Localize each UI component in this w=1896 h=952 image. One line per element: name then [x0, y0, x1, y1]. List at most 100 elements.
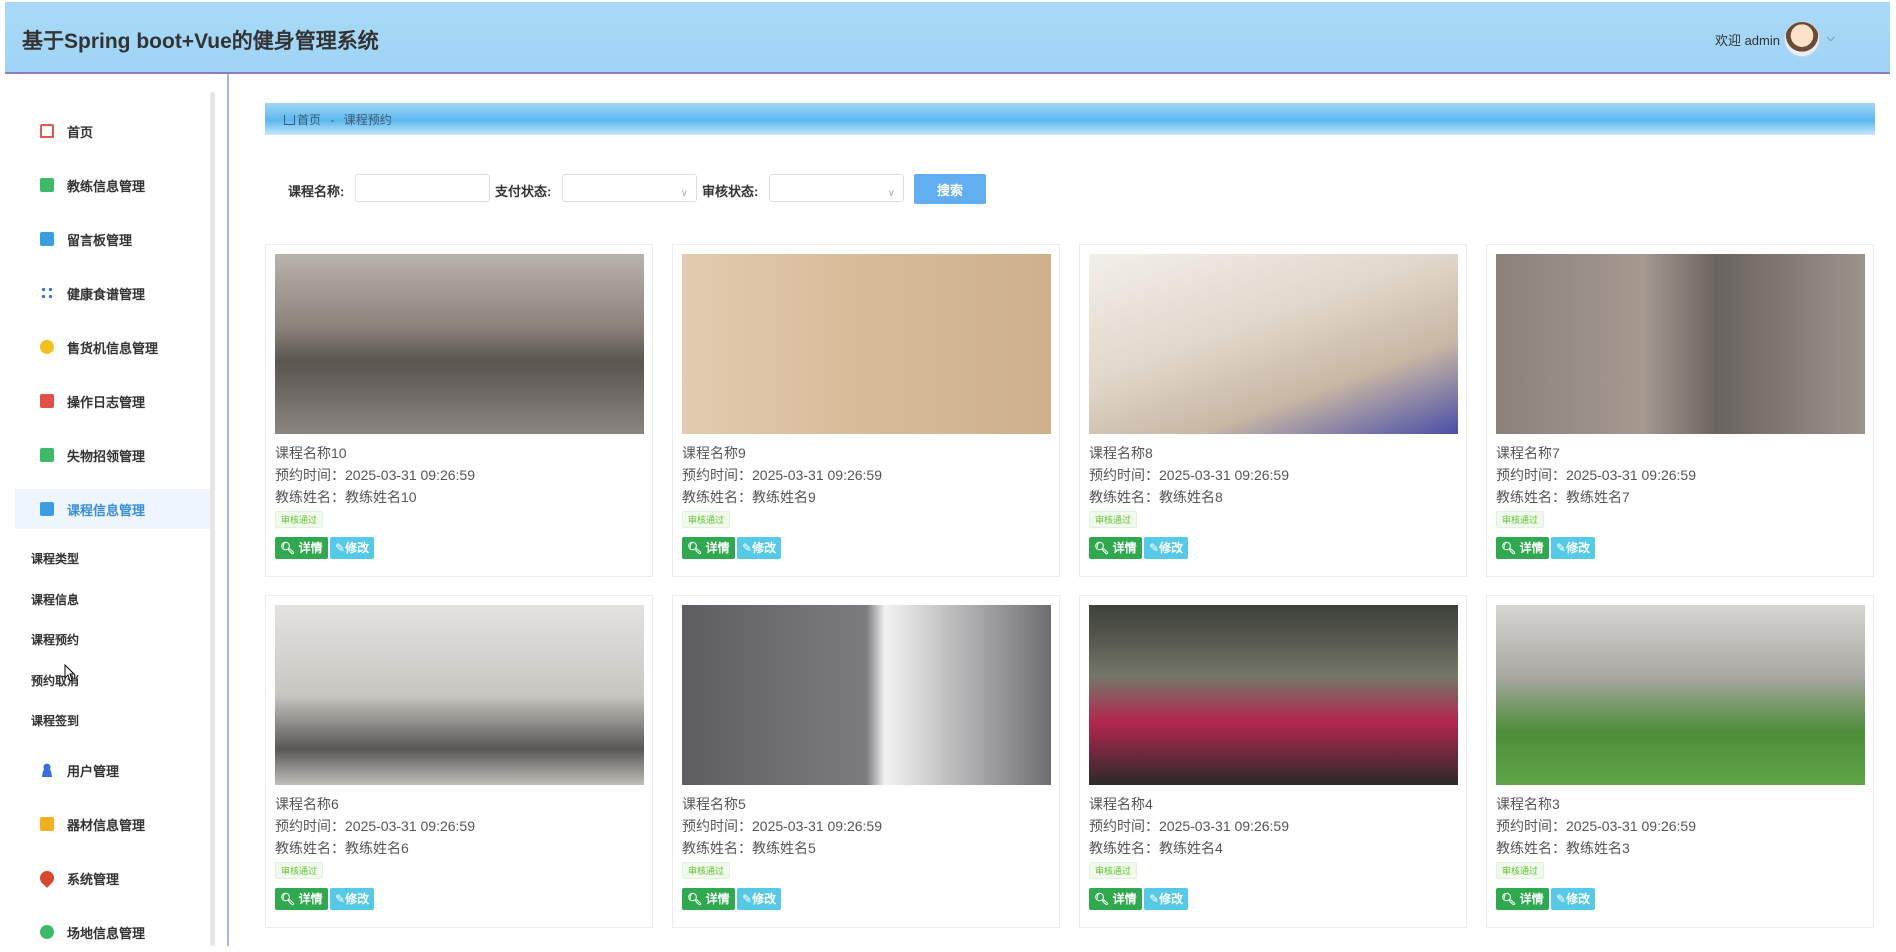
coach-name: 教练姓名：教练姓名7 — [1496, 489, 1630, 505]
detail-button[interactable]: 🔍︎ 详情 — [1496, 537, 1549, 559]
submenu-course-signin[interactable]: 课程签到 — [31, 712, 79, 729]
sidebar-item-equipment[interactable]: 器材信息管理 — [15, 804, 215, 844]
sidebar-item-label: 首页 — [67, 124, 94, 140]
status-badge: 审核通过 — [1496, 511, 1545, 528]
booking-time: 预约时间：2025-03-31 09:26:59 — [275, 818, 475, 834]
coach-name: 教练姓名：教练姓名8 — [1089, 489, 1223, 505]
course-photo[interactable] — [682, 605, 1051, 785]
avatar[interactable] — [1784, 21, 1820, 57]
course-photo[interactable] — [275, 605, 644, 785]
coach-name: 教练姓名：教练姓名5 — [682, 840, 816, 856]
sidebar-item-label: 留言板管理 — [67, 232, 133, 248]
course-photo[interactable] — [1089, 254, 1458, 434]
detail-button[interactable]: 🔍︎ 详情 — [1089, 888, 1142, 910]
edit-button[interactable]: ✎修改 — [1551, 888, 1596, 910]
cluster-icon — [40, 286, 54, 300]
status-badge: 审核通过 — [682, 511, 731, 528]
edit-button[interactable]: ✎修改 — [737, 537, 782, 559]
coach-name: 教练姓名：教练姓名3 — [1496, 840, 1630, 856]
sidebar-item-label: 售货机信息管理 — [67, 340, 159, 356]
edit-button[interactable]: ✎修改 — [330, 888, 375, 910]
status-badge: 审核通过 — [275, 511, 324, 528]
chevron-down-icon[interactable]: ⌵ — [1827, 32, 1835, 45]
sidebar-item-label: 用户管理 — [67, 763, 120, 779]
submenu-course-info[interactable]: 课程信息 — [31, 591, 79, 608]
course-photo[interactable] — [1496, 254, 1865, 434]
sidebar-item-system[interactable]: 系统管理 — [15, 858, 215, 898]
sidebar-scrollbar[interactable] — [210, 92, 215, 946]
detail-button[interactable]: 🔍︎ 详情 — [275, 888, 328, 910]
course-name: 课程名称8 — [1089, 445, 1153, 461]
detail-button[interactable]: 🔍︎ 详情 — [682, 888, 735, 910]
chevron-down-icon: ∨ — [887, 188, 895, 199]
audit-status-select[interactable]: ∨ — [769, 174, 904, 202]
breadcrumb-home[interactable]: 首页 — [297, 113, 321, 127]
status-badge: 审核通过 — [1496, 862, 1545, 879]
detail-button[interactable]: 🔍︎ 详情 — [682, 537, 735, 559]
sidebar-item-recipes[interactable]: 健康食谱管理 — [15, 273, 215, 313]
course-booking-card[interactable]: 课程名称7 预约时间：2025-03-31 09:26:59 教练姓名：教练姓名7 审… — [1486, 244, 1874, 577]
user-icon — [40, 763, 54, 777]
course-booking-card[interactable]: 课程名称5 预约时间：2025-03-31 09:26:59 教练姓名：教练姓名5 审… — [672, 595, 1060, 928]
booking-time: 预约时间：2025-03-31 09:26:59 — [1496, 467, 1696, 483]
grid-icon — [40, 448, 54, 462]
home-icon — [284, 115, 295, 125]
edit-button[interactable]: ✎修改 — [1144, 888, 1189, 910]
sidebar: 首页 教练信息管理 留言板管理 健康食谱管理 售货机信息管理 操作日志管理 失物… — [5, 76, 225, 946]
course-name: 课程名称5 — [682, 796, 746, 812]
edit-icon: ✎ — [335, 541, 346, 555]
sidebar-item-home[interactable]: 首页 — [15, 111, 215, 151]
sidebar-item-users[interactable]: 用户管理 — [15, 750, 215, 790]
coach-name: 教练姓名：教练姓名9 — [682, 489, 816, 505]
search-button[interactable]: 搜索 — [914, 174, 986, 204]
detail-button[interactable]: 🔍︎ 详情 — [1089, 537, 1142, 559]
detail-button[interactable]: 🔍︎ 详情 — [1496, 888, 1549, 910]
submenu-course-type[interactable]: 课程类型 — [31, 550, 79, 567]
sidebar-item-logs[interactable]: 操作日志管理 — [15, 381, 215, 421]
audit-status-label: 审核状态: — [702, 184, 759, 199]
detail-button[interactable]: 🔍︎ 详情 — [275, 537, 328, 559]
course-name-input[interactable] — [355, 174, 490, 202]
sidebar-item-venue[interactable]: 场地信息管理 — [15, 912, 215, 952]
course-booking-card[interactable]: 课程名称4 预约时间：2025-03-31 09:26:59 教练姓名：教练姓名4 审… — [1079, 595, 1467, 928]
sidebar-item-course[interactable]: 课程信息管理 — [15, 489, 215, 529]
coach-name: 教练姓名：教练姓名4 — [1089, 840, 1223, 856]
search-icon: 🔍︎ — [280, 892, 296, 906]
pay-status-select[interactable]: ∨ — [562, 174, 697, 202]
course-booking-card[interactable]: 课程名称10 预约时间：2025-03-31 09:26:59 教练姓名：教练姓名1… — [265, 244, 653, 577]
edit-icon: ✎ — [742, 541, 753, 555]
edit-button[interactable]: ✎修改 — [330, 537, 375, 559]
edit-icon: ✎ — [335, 892, 346, 906]
course-photo[interactable] — [682, 254, 1051, 434]
sidebar-item-label: 健康食谱管理 — [67, 286, 146, 302]
course-booking-card[interactable]: 课程名称6 预约时间：2025-03-31 09:26:59 教练姓名：教练姓名6 审… — [265, 595, 653, 928]
course-photo[interactable] — [275, 254, 644, 434]
home-icon — [40, 124, 54, 138]
search-icon: 🔍︎ — [280, 541, 296, 555]
sidebar-item-message-board[interactable]: 留言板管理 — [15, 219, 215, 259]
edit-button[interactable]: ✎修改 — [1144, 537, 1189, 559]
booking-time: 预约时间：2025-03-31 09:26:59 — [1089, 467, 1289, 483]
sidebar-item-label: 课程信息管理 — [67, 502, 146, 518]
sidebar-item-lost-found[interactable]: 失物招领管理 — [15, 435, 215, 475]
course-booking-card[interactable]: 课程名称9 预约时间：2025-03-31 09:26:59 教练姓名：教练姓名9 审… — [672, 244, 1060, 577]
breadcrumb-current: 课程预约 — [343, 113, 392, 127]
chevron-down-icon: ∨ — [680, 188, 688, 199]
course-photo[interactable] — [1496, 605, 1865, 785]
course-booking-card[interactable]: 课程名称3 预约时间：2025-03-31 09:26:59 教练姓名：教练姓名3 审… — [1486, 595, 1874, 928]
booking-time: 预约时间：2025-03-31 09:26:59 — [682, 818, 882, 834]
course-booking-card[interactable]: 课程名称8 预约时间：2025-03-31 09:26:59 教练姓名：教练姓名8 审… — [1079, 244, 1467, 577]
status-badge: 审核通过 — [1089, 511, 1138, 528]
submenu-course-booking[interactable]: 课程预约 — [31, 631, 79, 648]
sidebar-item-coach[interactable]: 教练信息管理 — [15, 165, 215, 205]
course-photo[interactable] — [1089, 605, 1458, 785]
edit-button[interactable]: ✎修改 — [737, 888, 782, 910]
edit-button[interactable]: ✎修改 — [1551, 537, 1596, 559]
booking-time: 预约时间：2025-03-31 09:26:59 — [682, 467, 882, 483]
edit-icon: ✎ — [742, 892, 753, 906]
pay-status-label: 支付状态: — [495, 184, 552, 199]
sidebar-item-vending[interactable]: 售货机信息管理 — [15, 327, 215, 367]
search-icon: 🔍︎ — [1501, 892, 1517, 906]
course-name: 课程名称6 — [275, 796, 339, 812]
sidebar-item-label: 场地信息管理 — [67, 925, 146, 941]
